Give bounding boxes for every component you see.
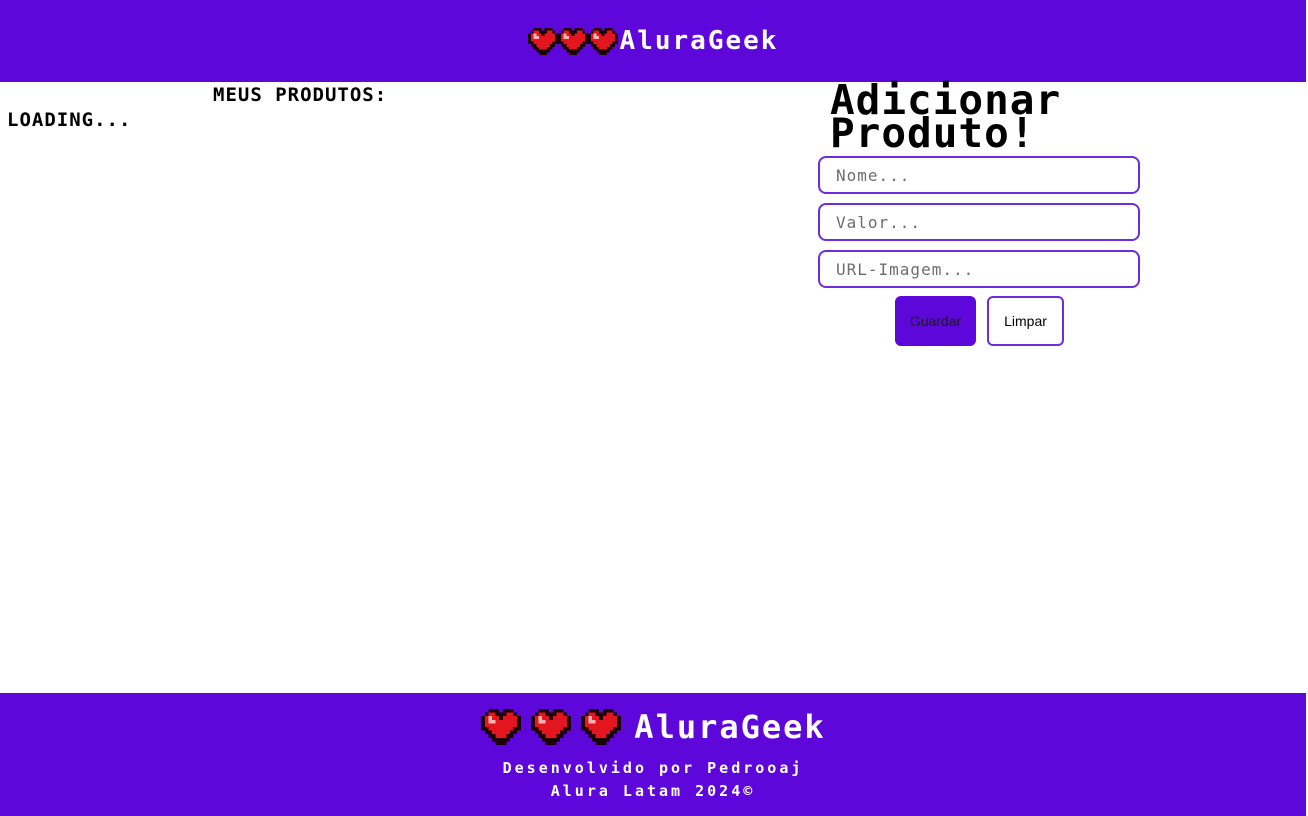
name-input[interactable] xyxy=(818,156,1140,194)
form-title-line-2: Produto! xyxy=(830,109,1036,157)
footer-credit: Desenvolvido por Pedrooaj xyxy=(502,759,804,777)
page: AluraGeek MEUS PRODUTOS: LOADING... Adic… xyxy=(0,0,1308,816)
loading-status: LOADING... xyxy=(7,109,132,131)
header-brand[interactable]: AluraGeek xyxy=(527,26,779,56)
heart-icon xyxy=(580,709,622,745)
footer-brand: AluraGeek xyxy=(0,708,1306,746)
heart-icons xyxy=(527,27,618,55)
footer-copyright: Alura Latam 2024© xyxy=(550,782,756,800)
form-buttons: Guardar Limpar xyxy=(818,296,1141,346)
top-header: AluraGeek xyxy=(0,0,1306,82)
add-product-form: Adicionar Produto! Guardar Limpar xyxy=(818,80,1141,346)
heart-icon xyxy=(587,27,618,55)
page-footer: AluraGeek Desenvolvido por Pedrooaj Alur… xyxy=(0,693,1306,816)
heart-icons xyxy=(480,709,630,745)
form-title: Adicionar Produto! xyxy=(830,80,1141,157)
heart-icon xyxy=(557,27,588,55)
clear-button[interactable]: Limpar xyxy=(987,296,1064,346)
image-url-input[interactable] xyxy=(818,250,1140,288)
brand-name: AluraGeek xyxy=(619,26,779,56)
heart-icon xyxy=(527,27,558,55)
heart-icon xyxy=(530,709,572,745)
footer-brand-name: AluraGeek xyxy=(634,708,826,746)
heart-icon xyxy=(480,709,522,745)
products-title: MEUS PRODUTOS: xyxy=(213,84,388,106)
price-input[interactable] xyxy=(818,203,1140,241)
save-button[interactable]: Guardar xyxy=(895,296,976,346)
main-content: MEUS PRODUTOS: LOADING... Adicionar Prod… xyxy=(0,80,1308,692)
